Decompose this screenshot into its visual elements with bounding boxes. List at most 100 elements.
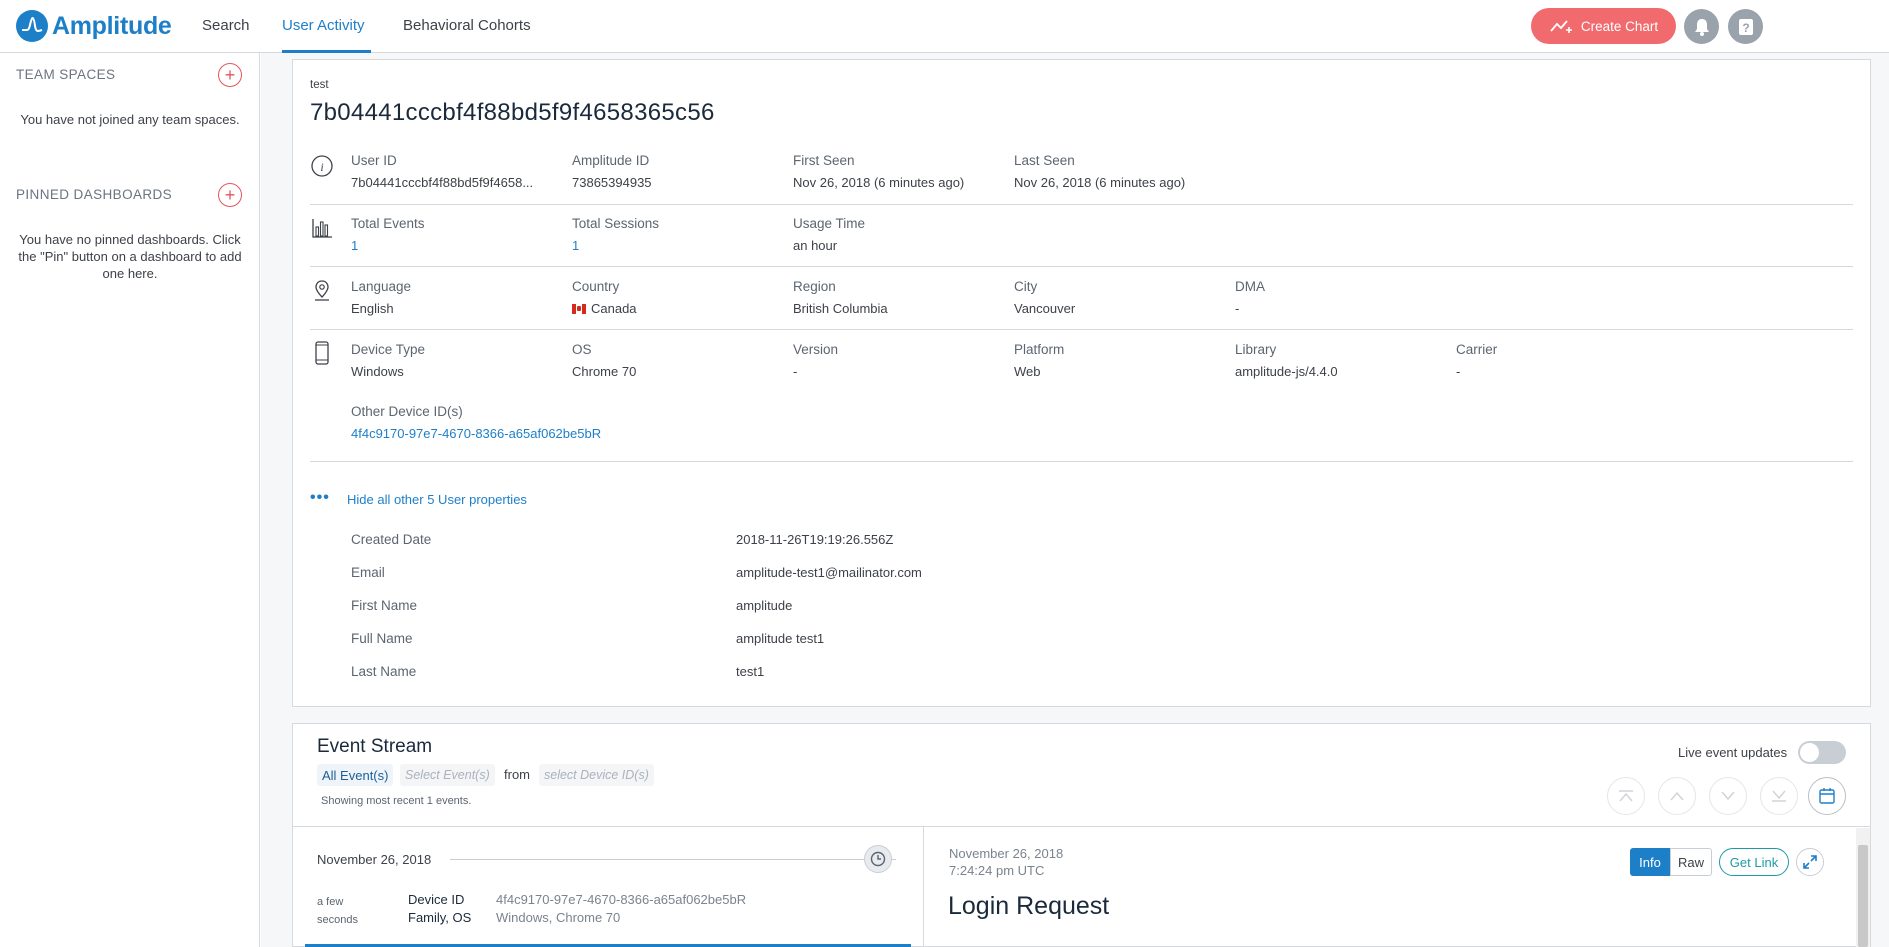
- user-id-title: 7b04441cccbf4f88bd5f9f4658365c56: [310, 99, 715, 126]
- identity-value-last-seen: Nov 26, 2018 (6 minutes ago): [1014, 175, 1186, 190]
- previous-event-button[interactable]: [1658, 777, 1696, 815]
- identity-label-first-seen: First Seen: [793, 153, 855, 168]
- question-icon: ?: [1738, 18, 1753, 35]
- device-label-library: Library: [1235, 342, 1277, 357]
- device-value-version: -: [793, 364, 798, 379]
- identity-label-amplitude-id: Amplitude ID: [572, 153, 650, 168]
- get-link-button[interactable]: Get Link: [1719, 848, 1789, 876]
- location-label-region: Region: [793, 279, 836, 294]
- divider: [310, 204, 1853, 205]
- property-name: Email: [351, 565, 385, 580]
- user-profile-card: [292, 59, 1871, 707]
- event-detail-time: 7:24:24 pm UTC: [949, 863, 1045, 878]
- add-pinned-dashboard-button[interactable]: +: [218, 183, 242, 207]
- property-name: Full Name: [351, 631, 413, 646]
- brand-name: Amplitude: [52, 11, 172, 40]
- svg-text:i: i: [320, 160, 323, 174]
- identity-label-last-seen: Last Seen: [1014, 153, 1075, 168]
- usage-label-usage-time: Usage Time: [793, 216, 866, 231]
- event-field-label: Device ID: [408, 892, 465, 907]
- expand-event-button[interactable]: [1796, 848, 1824, 876]
- property-value: test1: [736, 664, 765, 679]
- svg-text:?: ?: [1742, 21, 1749, 35]
- timeline-clock-button[interactable]: [864, 845, 892, 873]
- scroll-to-top-button[interactable]: [1607, 777, 1645, 815]
- sidebar: TEAM SPACES + You have not joined any te…: [0, 53, 260, 947]
- chevron-down-icon: [1721, 791, 1735, 801]
- divider: [292, 826, 1871, 827]
- clock-icon: [870, 851, 886, 867]
- event-field-label: Family, OS: [408, 910, 472, 925]
- showing-events-text: Showing most recent 1 events.: [321, 795, 472, 807]
- device-label-version: Version: [793, 342, 839, 357]
- date-picker-button[interactable]: [1808, 777, 1846, 815]
- usage-value-total-events[interactable]: 1: [351, 238, 358, 253]
- amplitude-logo[interactable]: Amplitude: [16, 10, 172, 42]
- property-name: Created Date: [351, 532, 432, 547]
- property-name: Last Name: [351, 664, 417, 679]
- identity-label-user-id: User ID: [351, 153, 397, 168]
- divider: [310, 329, 1853, 330]
- hide-properties-toggle[interactable]: Hide all other 5 User properties: [347, 492, 527, 507]
- plus-icon: +: [224, 185, 236, 205]
- notifications-button[interactable]: [1684, 9, 1719, 44]
- all-events-filter[interactable]: All Event(s): [317, 764, 394, 786]
- location-value-dma: -: [1235, 301, 1240, 316]
- divider: [310, 266, 1853, 267]
- location-label-country: Country: [572, 279, 620, 294]
- device-label-os: OS: [572, 342, 592, 357]
- nav-behavioral-cohorts[interactable]: Behavioral Cohorts: [403, 17, 531, 34]
- usage-value-total-sessions[interactable]: 1: [572, 238, 579, 253]
- location-pin-icon: [315, 280, 329, 301]
- next-event-button[interactable]: [1709, 777, 1747, 815]
- select-events-input[interactable]: Select Event(s): [400, 764, 495, 786]
- tab-info[interactable]: Info: [1630, 848, 1670, 876]
- identity-value-first-seen: Nov 26, 2018 (6 minutes ago): [793, 175, 965, 190]
- info-icon: i: [311, 155, 333, 177]
- amplitude-logo-icon: [16, 10, 48, 42]
- property-name: First Name: [351, 598, 418, 613]
- detail-scrollbar-thumb[interactable]: [1858, 845, 1868, 947]
- nav-user-activity[interactable]: User Activity: [282, 17, 365, 34]
- device-value-library: amplitude-js/4.4.0: [1235, 364, 1338, 379]
- pinned-dashboards-title: PINNED DASHBOARDS: [16, 187, 173, 202]
- other-device-ids-label: Other Device ID(s): [351, 404, 463, 419]
- live-updates-label: Live event updates: [1678, 745, 1788, 760]
- location-value-country: Canada: [591, 301, 637, 316]
- usage-label-total-sessions: Total Sessions: [572, 216, 660, 231]
- location-label-dma: DMA: [1235, 279, 1265, 294]
- expand-icon: [1803, 855, 1817, 869]
- other-device-id-link[interactable]: 4f4c9170-97e7-4670-8366-a65af062be5bR: [351, 426, 601, 441]
- event-detail-name: Login Request: [948, 892, 1110, 920]
- create-chart-button[interactable]: Create Chart: [1531, 8, 1676, 44]
- from-label: from: [504, 767, 530, 782]
- chevron-up-icon: [1670, 791, 1684, 801]
- location-value-country-wrap: Canada: [572, 301, 637, 316]
- timeline-line: [450, 859, 896, 860]
- event-date-header: November 26, 2018: [317, 852, 432, 867]
- select-device-input[interactable]: select Device ID(s): [539, 764, 654, 786]
- device-label-carrier: Carrier: [1456, 342, 1498, 357]
- device-value-os: Chrome 70: [572, 364, 637, 379]
- user-label: test: [310, 79, 329, 91]
- tab-raw[interactable]: Raw: [1670, 848, 1712, 876]
- device-label-device-type: Device Type: [351, 342, 426, 357]
- ellipsis-icon: •••: [310, 489, 330, 506]
- double-up-icon: [1619, 790, 1633, 802]
- live-updates-toggle[interactable]: [1798, 741, 1846, 764]
- bell-icon: [1694, 18, 1709, 36]
- scroll-to-bottom-button[interactable]: [1760, 777, 1798, 815]
- add-team-space-button[interactable]: +: [218, 63, 242, 87]
- create-chart-label: Create Chart: [1580, 18, 1659, 34]
- help-button[interactable]: ?: [1728, 9, 1763, 44]
- location-label-language: Language: [351, 279, 412, 294]
- device-label-platform: Platform: [1014, 342, 1065, 357]
- nav-search[interactable]: Search: [202, 17, 250, 34]
- team-spaces-empty: You have not joined any team spaces.: [20, 112, 240, 127]
- double-down-icon: [1772, 790, 1786, 802]
- pinned-dashboards-empty: You have no pinned dashboards. Click the…: [18, 232, 242, 281]
- location-value-city: Vancouver: [1014, 301, 1076, 316]
- location-value-language: English: [351, 301, 394, 316]
- property-value: amplitude test1: [736, 631, 825, 646]
- property-value: 2018-11-26T19:19:26.556Z: [736, 532, 894, 547]
